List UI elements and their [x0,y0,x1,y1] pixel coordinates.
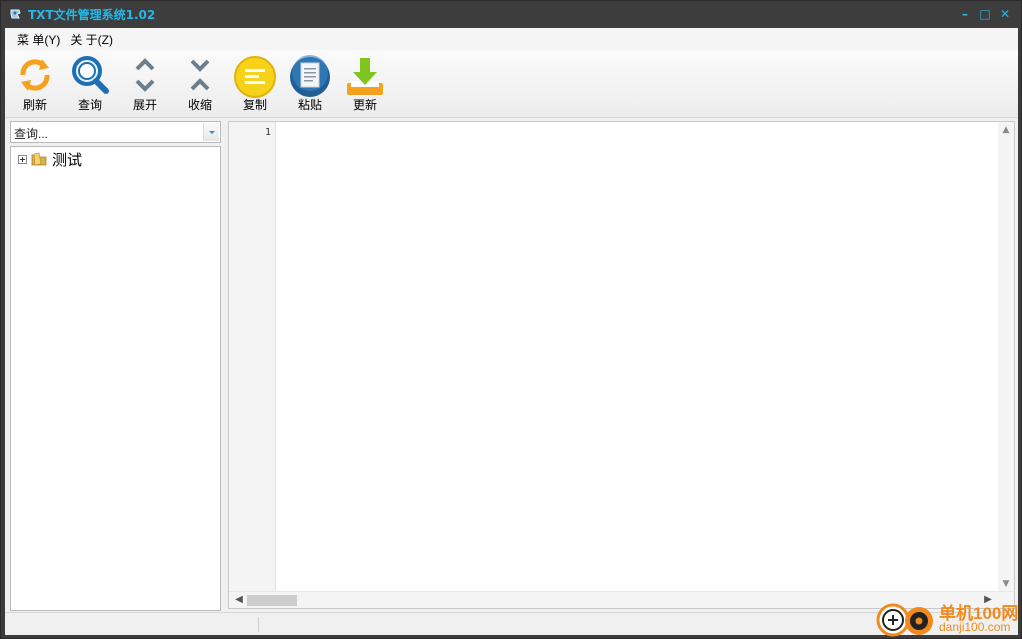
menu-bar: 菜 单(Y) 关 于(Z) [5,28,1018,50]
client-area: 菜 单(Y) 关 于(Z) 刷新 查询 展开 收缩 复制 粘贴 更新 查询...… [5,28,1018,635]
search-placeholder: 查询... [14,127,49,141]
copy-label: 复制 [242,98,267,112]
scroll-down-icon[interactable]: ▼ [998,576,1014,592]
collapse-button[interactable]: 收缩 [175,52,225,116]
folder-icon [31,152,47,166]
maximize-button[interactable]: □ [976,5,994,23]
file-tree[interactable]: 测试 [10,146,221,611]
update-button[interactable]: 更新 [340,52,390,116]
app-logo-icon [10,9,21,19]
tree-node-label: 测试 [52,151,83,169]
watermark: 单机100网 danji100.com [875,599,1021,639]
collapse-label: 收缩 [187,98,212,112]
search-label: 查询 [77,98,102,112]
watermark-logo-icon [876,603,933,637]
line-number: 1 [264,127,271,138]
app-window: TXT文件管理系统1.02 – □ ✕ 菜 单(Y) 关 于(Z) 刷新 查询 … [0,0,1022,639]
update-label: 更新 [352,98,377,112]
collapse-chevrons-icon [190,59,210,91]
text-editor[interactable]: 1 ▲ ▼ ◀ ▶ [228,121,1015,609]
expand-button[interactable]: 展开 [120,52,170,116]
title-bar[interactable]: TXT文件管理系统1.02 – □ ✕ [1,1,1021,28]
menu-item-menu[interactable]: 菜 单(Y) [12,31,65,48]
scroll-left-icon[interactable]: ◀ [231,592,247,608]
paste-button[interactable]: 粘贴 [285,52,335,116]
refresh-icon [20,59,50,91]
paste-document-icon [290,55,330,97]
scroll-up-icon[interactable]: ▲ [998,122,1014,138]
expand-plus-icon[interactable] [18,154,27,164]
copy-button[interactable]: 复制 [230,52,280,116]
close-button[interactable]: ✕ [996,5,1014,23]
status-separator [258,617,259,632]
magnifier-icon [72,56,109,94]
copy-list-icon [234,56,276,98]
expand-chevrons-icon [135,58,155,92]
toolbar: 刷新 查询 展开 收缩 复制 粘贴 更新 [5,50,1018,118]
search-button[interactable]: 查询 [65,52,115,116]
expand-label: 展开 [132,98,157,112]
search-input[interactable]: 查询... [10,121,221,143]
tree-node[interactable]: 测试 [18,151,83,169]
window-title: TXT文件管理系统1.02 [28,8,156,22]
watermark-url: danji100.com [939,620,1011,634]
refresh-button[interactable]: 刷新 [10,52,60,116]
minimize-button[interactable]: – [956,5,974,23]
paste-label: 粘贴 [297,98,322,112]
menu-item-about[interactable]: 关 于(Z) [65,31,118,48]
refresh-label: 刷新 [22,98,47,112]
status-bar [5,612,1018,635]
dropdown-arrow-icon[interactable] [203,123,219,141]
left-panel: 查询... 测试 [10,121,221,611]
horizontal-scroll-thumb[interactable] [247,595,297,606]
vertical-scrollbar[interactable]: ▲ ▼ [998,122,1014,592]
line-number-gutter: 1 [229,122,276,592]
download-update-icon [347,58,383,95]
